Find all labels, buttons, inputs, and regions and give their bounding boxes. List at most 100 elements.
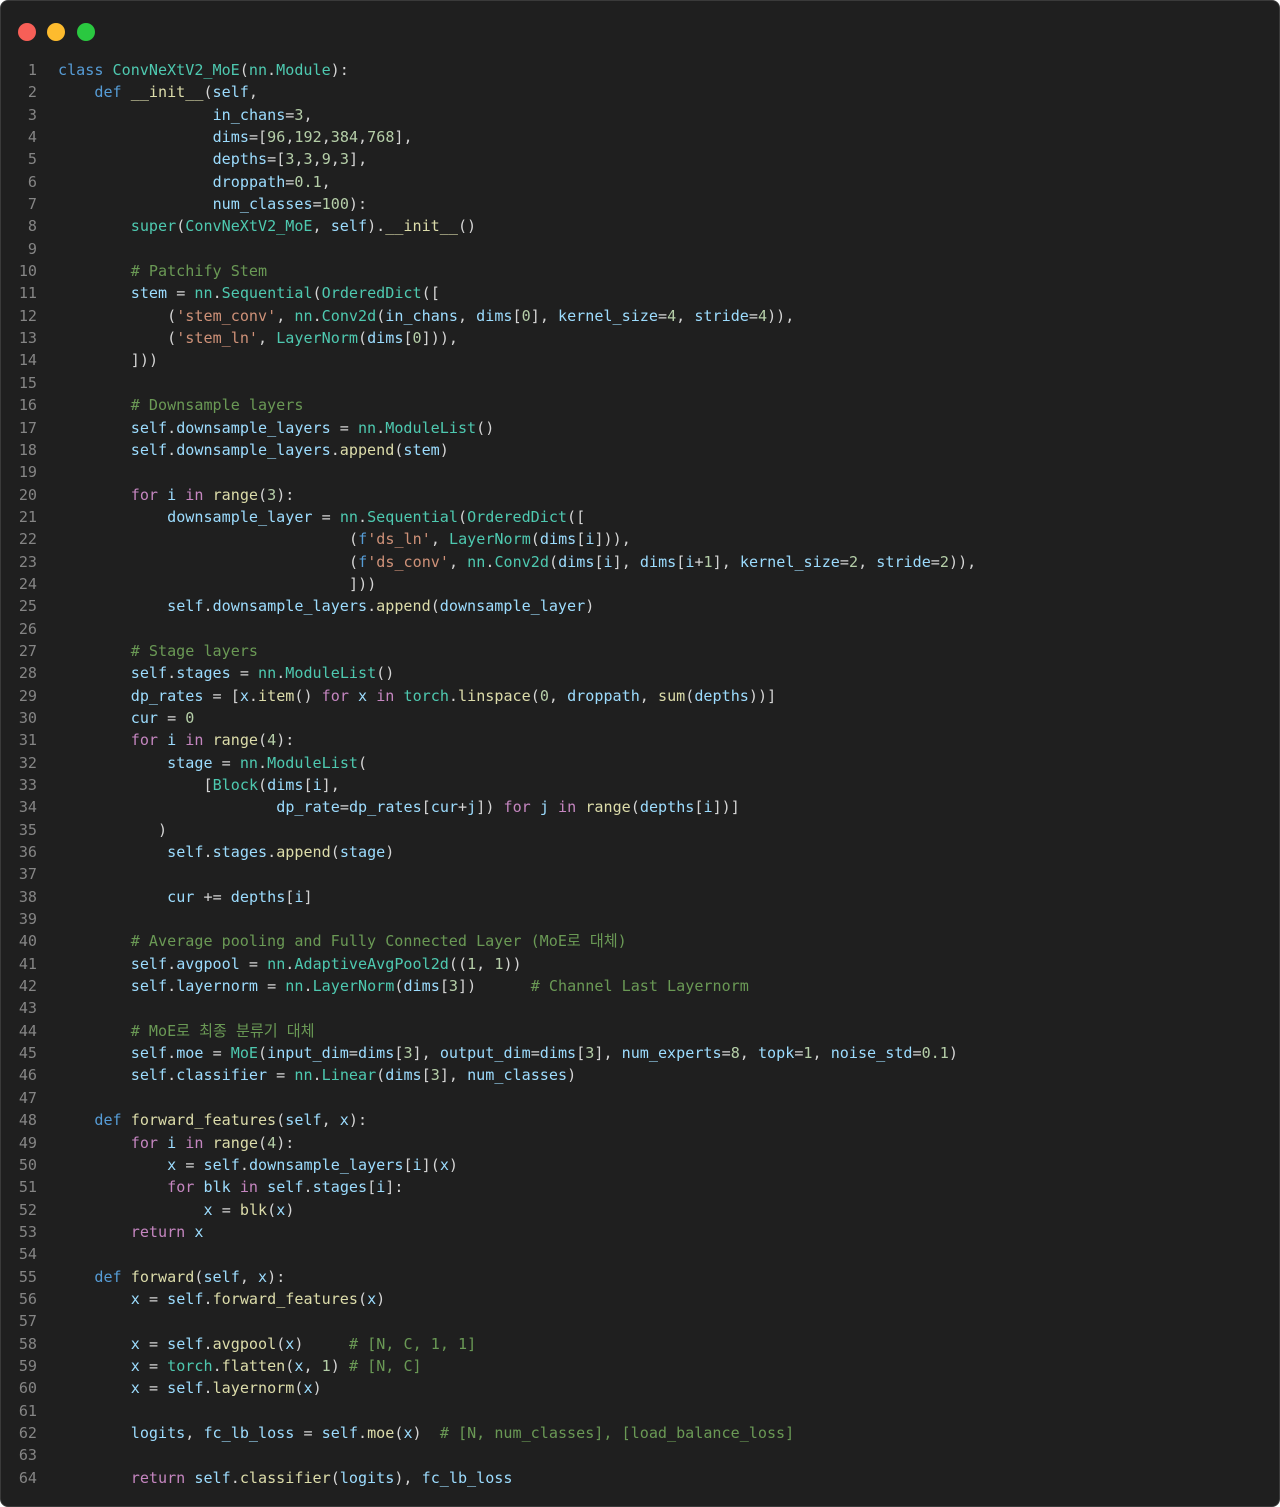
code-text: dp_rates = [x.item() for x in torch.lins…	[130, 686, 777, 705]
line-number: 34	[18, 798, 37, 817]
line-number: 61	[18, 1401, 37, 1420]
code-text: x = self.forward_features(x)	[130, 1289, 386, 1308]
code-line: 56 x = self.forward_features(x)	[1, 1288, 1279, 1310]
line-number: 12	[18, 306, 37, 325]
code-line: 12 ('stem_conv', nn.Conv2d(in_chans, dim…	[1, 305, 1279, 327]
line-number: 35	[18, 820, 37, 839]
code-line: 20 for i in range(3):	[1, 484, 1279, 506]
code-text: )	[158, 820, 168, 839]
line-number: 43	[18, 999, 37, 1018]
line-number: 24	[18, 574, 37, 593]
code-line: 9	[1, 238, 1279, 260]
code-text: dp_rate=dp_rates[cur+j]) for j in range(…	[276, 798, 740, 817]
line-number: 56	[18, 1289, 37, 1308]
code-line: 23 (f'ds_conv', nn.Conv2d(dims[i], dims[…	[1, 551, 1279, 573]
code-line: 10 # Patchify Stem	[1, 260, 1279, 282]
line-number: 62	[18, 1423, 37, 1442]
code-text: cur += depths[i]	[167, 887, 313, 906]
line-number: 27	[18, 641, 37, 660]
line-number: 22	[18, 530, 37, 549]
code-text: self.classifier = nn.Linear(dims[3], num…	[130, 1066, 577, 1085]
code-line: 55 def forward(self, x):	[1, 1266, 1279, 1288]
code-line: 8 super(ConvNeXtV2_MoE, self).__init__()	[1, 215, 1279, 237]
line-number: 49	[18, 1133, 37, 1152]
code-text: # Average pooling and Fully Connected La…	[130, 932, 627, 951]
code-line: 54	[1, 1243, 1279, 1265]
line-number: 2	[27, 83, 37, 102]
code-line: 53 return x	[1, 1221, 1279, 1243]
code-text: stage = nn.ModuleList(	[167, 753, 368, 772]
code-line: 2 def __init__(self,	[1, 81, 1279, 103]
code-text: (f'ds_ln', LayerNorm(dims[i])),	[349, 530, 631, 549]
code-line: 24 ]))	[1, 573, 1279, 595]
code-line: 47	[1, 1087, 1279, 1109]
code-text: self.moe = MoE(input_dim=dims[3], output…	[130, 1044, 958, 1063]
line-number: 20	[18, 485, 37, 504]
code-text: for i in range(3):	[130, 485, 295, 504]
code-line: 50 x = self.downsample_layers[i](x)	[1, 1154, 1279, 1176]
line-number: 60	[18, 1379, 37, 1398]
code-line: 33 [Block(dims[i],	[1, 774, 1279, 796]
maximize-dot-icon[interactable]	[77, 23, 95, 41]
line-number: 51	[18, 1178, 37, 1197]
line-number: 16	[18, 396, 37, 415]
line-number: 42	[18, 977, 37, 996]
code-line: 41 self.avgpool = nn.AdaptiveAvgPool2d((…	[1, 953, 1279, 975]
code-text: stem = nn.Sequential(OrderedDict([	[130, 284, 440, 303]
code-line: 22 (f'ds_ln', LayerNorm(dims[i])),	[1, 528, 1279, 550]
line-number: 14	[18, 351, 37, 370]
code-line: 16 # Downsample layers	[1, 394, 1279, 416]
code-line: 21 downsample_layer = nn.Sequential(Orde…	[1, 506, 1279, 528]
line-number: 50	[18, 1155, 37, 1174]
code-line: 52 x = blk(x)	[1, 1199, 1279, 1221]
code-line: 39	[1, 908, 1279, 930]
code-text: ]))	[349, 574, 377, 593]
code-text: self.avgpool = nn.AdaptiveAvgPool2d((1, …	[130, 954, 522, 973]
code-line: 38 cur += depths[i]	[1, 886, 1279, 908]
line-number: 6	[27, 172, 37, 191]
code-text: # Downsample layers	[130, 396, 304, 415]
code-line: 13 ('stem_ln', LayerNorm(dims[0])),	[1, 327, 1279, 349]
line-number: 4	[27, 128, 37, 147]
window-titlebar	[1, 1, 1279, 61]
code-text: droppath=0.1,	[212, 172, 331, 191]
code-text: self.downsample_layers = nn.ModuleList()	[130, 418, 495, 437]
code-line: 40 # Average pooling and Fully Connected…	[1, 930, 1279, 952]
code-text: return self.classifier(logits), fc_lb_lo…	[130, 1468, 513, 1487]
code-editor: 1 class ConvNeXtV2_MoE(nn.Module): 2 def _…	[1, 59, 1279, 1489]
code-text: for i in range(4):	[130, 731, 295, 750]
code-text: self.stages = nn.ModuleList()	[130, 664, 395, 683]
code-text: self.downsample_layers.append(downsample…	[167, 597, 595, 616]
line-number: 8	[27, 217, 37, 236]
code-text: ]))	[130, 351, 159, 370]
code-text: x = self.layernorm(x)	[130, 1379, 322, 1398]
code-line: 15	[1, 372, 1279, 394]
code-line: 35 )	[1, 819, 1279, 841]
line-number: 25	[18, 597, 37, 616]
code-text: x = blk(x)	[203, 1200, 295, 1219]
line-number: 7	[27, 195, 37, 214]
close-dot-icon[interactable]	[18, 23, 36, 41]
line-number: 5	[27, 150, 37, 169]
minimize-dot-icon[interactable]	[47, 23, 65, 41]
line-number: 44	[18, 1021, 37, 1040]
code-line: 42 self.layernorm = nn.LayerNorm(dims[3]…	[1, 975, 1279, 997]
code-text: in_chans=3,	[212, 105, 313, 124]
code-text: self.downsample_layers.append(stem)	[130, 440, 449, 459]
code-line: 48 def forward_features(self, x):	[1, 1109, 1279, 1131]
line-number: 41	[18, 954, 37, 973]
code-text: # MoE로 최종 분류기 대체	[130, 1021, 315, 1040]
code-line: 51 for blk in self.stages[i]:	[1, 1176, 1279, 1198]
code-text: return x	[130, 1222, 204, 1241]
line-number: 15	[18, 373, 37, 392]
line-number: 28	[18, 664, 37, 683]
code-line: 62 logits, fc_lb_loss = self.moe(x) # [N…	[1, 1422, 1279, 1444]
code-line: 27 # Stage layers	[1, 640, 1279, 662]
code-line: 57	[1, 1310, 1279, 1332]
line-number: 48	[18, 1111, 37, 1130]
code-text: # Patchify Stem	[130, 262, 268, 281]
code-text: x = self.downsample_layers[i](x)	[167, 1155, 458, 1174]
code-text: for blk in self.stages[i]:	[167, 1178, 404, 1197]
code-line: 18 self.downsample_layers.append(stem)	[1, 439, 1279, 461]
code-text: def forward_features(self, x):	[94, 1111, 368, 1130]
